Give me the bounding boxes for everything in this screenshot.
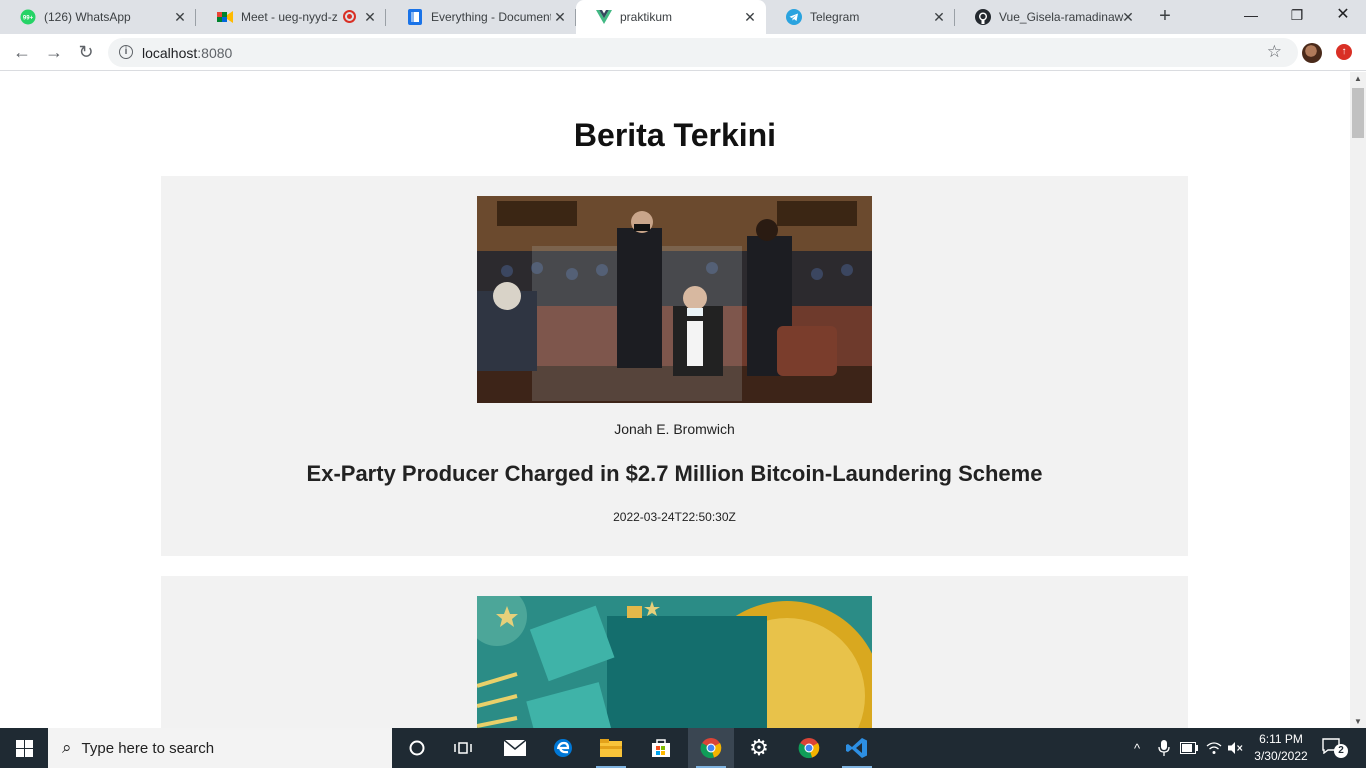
close-icon[interactable]: ✕ xyxy=(931,9,947,25)
svg-text:99+: 99+ xyxy=(23,16,34,22)
article-headline[interactable]: Ex-Party Producer Charged in $2.7 Millio… xyxy=(161,461,1188,487)
battery-icon[interactable] xyxy=(1180,728,1198,768)
article-card: Jonah E. Bromwich Ex-Party Producer Char… xyxy=(161,176,1188,556)
cortana-icon[interactable] xyxy=(394,728,440,768)
reload-button[interactable]: ↻ xyxy=(74,40,98,64)
page-scrollbar[interactable]: ▲ ▼ xyxy=(1350,72,1366,728)
close-icon[interactable]: ✕ xyxy=(1120,9,1136,25)
tray-overflow-icon[interactable]: ^ xyxy=(1134,728,1140,768)
wifi-icon[interactable] xyxy=(1206,728,1222,768)
vue-icon xyxy=(596,9,612,25)
tab-title: Everything - Document xyxy=(431,10,551,24)
close-icon[interactable]: ✕ xyxy=(742,9,758,25)
update-icon[interactable]: ↑ xyxy=(1336,44,1352,60)
microphone-icon[interactable] xyxy=(1158,728,1170,768)
article-image xyxy=(477,596,872,728)
forward-button[interactable]: → xyxy=(42,40,66,64)
search-icon: ⌕ xyxy=(62,738,72,757)
url-port: :8080 xyxy=(197,45,233,61)
telegram-icon xyxy=(786,9,802,25)
address-bar[interactable]: i localhost:8080 ☆ xyxy=(108,38,1298,67)
start-button[interactable] xyxy=(0,728,48,768)
tab-everything[interactable]: Everything - Document ✕ xyxy=(387,0,576,34)
recording-icon xyxy=(343,10,356,23)
windows-taskbar: ⌕ Type here to search ⚙ ^ 6:11 PM 3/30/2… xyxy=(0,728,1366,768)
tab-strip: 99+ (126) WhatsApp ✕ Meet - ueg-nyyd-z ✕… xyxy=(0,0,1366,34)
close-window-button[interactable]: ✕ xyxy=(1320,0,1366,30)
volume-muted-icon[interactable] xyxy=(1228,728,1244,768)
bookmark-star-icon[interactable]: ☆ xyxy=(1267,42,1282,62)
windows-icon xyxy=(15,739,33,757)
tab-whatsapp[interactable]: 99+ (126) WhatsApp ✕ xyxy=(0,0,196,34)
search-placeholder: Type here to search xyxy=(81,739,215,757)
taskbar-clock[interactable]: 6:11 PM 3/30/2022 xyxy=(1248,731,1314,765)
scrollbar-thumb[interactable] xyxy=(1352,88,1364,138)
chrome-icon[interactable] xyxy=(786,728,832,768)
chrome-taskbar-icon[interactable] xyxy=(688,728,734,768)
file-explorer-icon[interactable] xyxy=(588,728,634,768)
google-meet-icon xyxy=(217,9,233,25)
tab-praktikum[interactable]: praktikum ✕ xyxy=(576,0,766,34)
scroll-down-arrow-icon[interactable]: ▼ xyxy=(1354,717,1362,726)
page-title: Berita Terkini xyxy=(573,117,777,153)
settings-gear-icon[interactable]: ⚙ xyxy=(736,728,782,768)
close-icon[interactable]: ✕ xyxy=(552,9,568,25)
whatsapp-icon: 99+ xyxy=(20,9,36,25)
clock-time: 6:11 PM xyxy=(1259,732,1303,746)
tab-github[interactable]: Vue_Gisela-ramadinawa ✕ xyxy=(955,0,1144,34)
document-icon xyxy=(407,9,423,25)
edge-icon[interactable] xyxy=(540,728,586,768)
url-host: localhost xyxy=(142,45,198,61)
site-info-icon[interactable]: i xyxy=(119,45,133,59)
url-text: localhost:8080 xyxy=(142,45,232,61)
article-image xyxy=(477,196,872,403)
article-date: 2022-03-24T22:50:30Z xyxy=(613,510,736,524)
notification-center-icon[interactable]: 2 xyxy=(1322,738,1348,758)
article-author: Jonah E. Bromwich xyxy=(614,421,735,437)
profile-avatar[interactable] xyxy=(1302,43,1322,63)
new-tab-button[interactable]: + xyxy=(1154,5,1176,27)
tab-telegram[interactable]: Telegram ✕ xyxy=(766,0,955,34)
clock-date: 3/30/2022 xyxy=(1254,749,1308,763)
back-button[interactable]: ← xyxy=(10,40,34,64)
vscode-icon[interactable] xyxy=(834,728,880,768)
restore-button[interactable]: ❐ xyxy=(1274,0,1320,30)
taskbar-search[interactable]: ⌕ Type here to search xyxy=(48,728,392,768)
store-icon[interactable] xyxy=(638,728,684,768)
screen: 99+ (126) WhatsApp ✕ Meet - ueg-nyyd-z ✕… xyxy=(0,0,1366,768)
tab-meet[interactable]: Meet - ueg-nyyd-z ✕ xyxy=(197,0,386,34)
mail-icon[interactable] xyxy=(492,728,538,768)
github-icon xyxy=(975,9,991,25)
minimize-button[interactable]: — xyxy=(1228,0,1274,30)
tab-title: Vue_Gisela-ramadinawa xyxy=(999,10,1124,24)
close-icon[interactable]: ✕ xyxy=(172,9,188,25)
page-viewport: Berita Terkini Jonah E. Bromwich Ex-Part… xyxy=(0,72,1350,728)
scroll-up-arrow-icon[interactable]: ▲ xyxy=(1354,74,1362,83)
task-view-icon[interactable] xyxy=(440,728,486,768)
tab-title: Meet - ueg-nyyd-z xyxy=(241,10,338,24)
article-card xyxy=(161,576,1188,728)
close-icon[interactable]: ✕ xyxy=(362,9,378,25)
browser-toolbar: ← → ↻ i localhost:8080 ☆ ↑ xyxy=(0,34,1366,71)
notification-count-badge: 2 xyxy=(1334,744,1348,758)
